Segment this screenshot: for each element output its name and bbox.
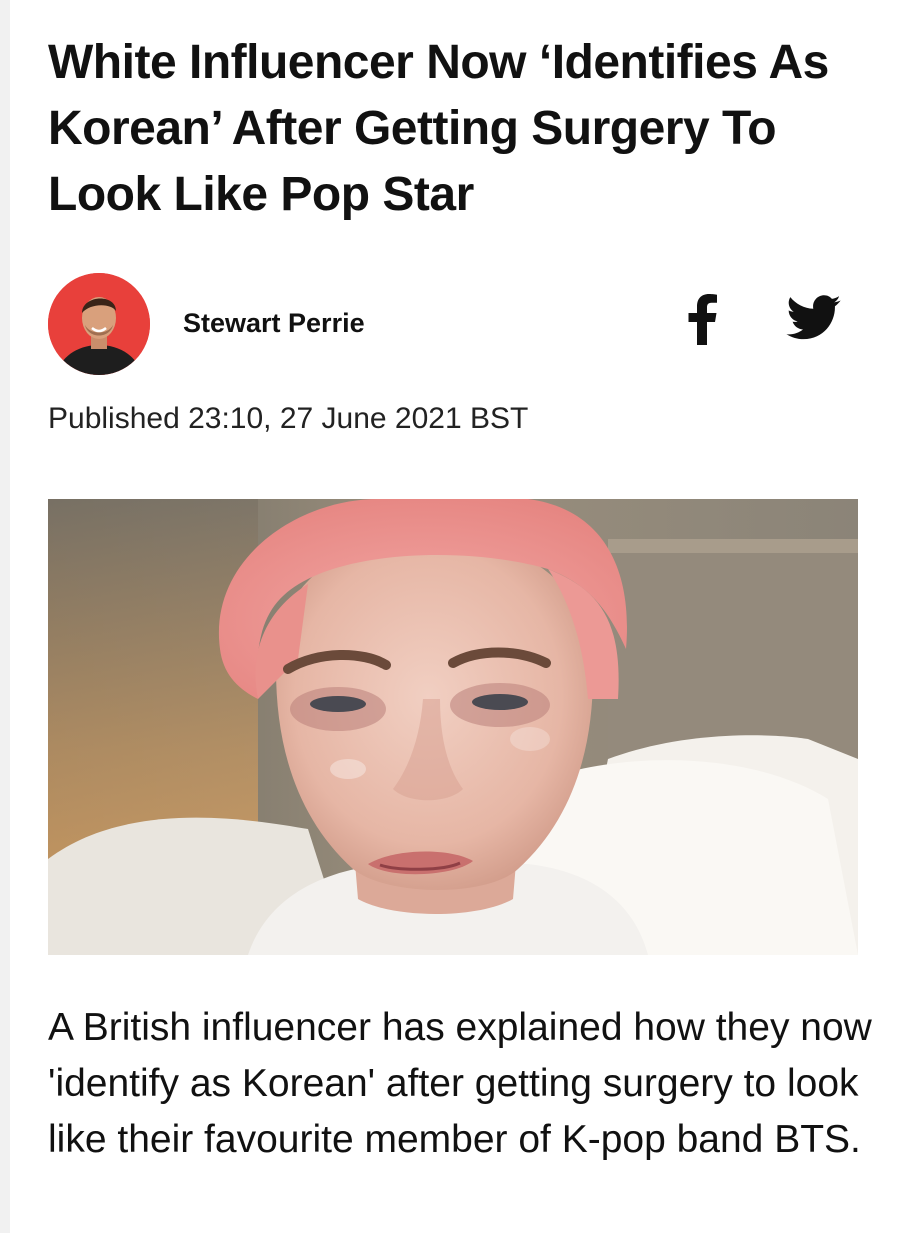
- author-avatar[interactable]: [48, 273, 150, 375]
- article-headline: White Influencer Now ‘Identifies As Kore…: [48, 36, 829, 221]
- twitter-icon[interactable]: [786, 295, 842, 341]
- facebook-icon[interactable]: [686, 293, 718, 345]
- article-lede: A British influencer has explained how t…: [48, 1006, 872, 1161]
- published-timestamp: Published 23:10, 27 June 2021 BST: [48, 402, 529, 435]
- left-rail: [0, 0, 10, 1233]
- author-row: Stewart Perrie: [48, 273, 848, 375]
- hero-image[interactable]: [48, 499, 858, 955]
- author-name[interactable]: Stewart Perrie: [183, 306, 365, 340]
